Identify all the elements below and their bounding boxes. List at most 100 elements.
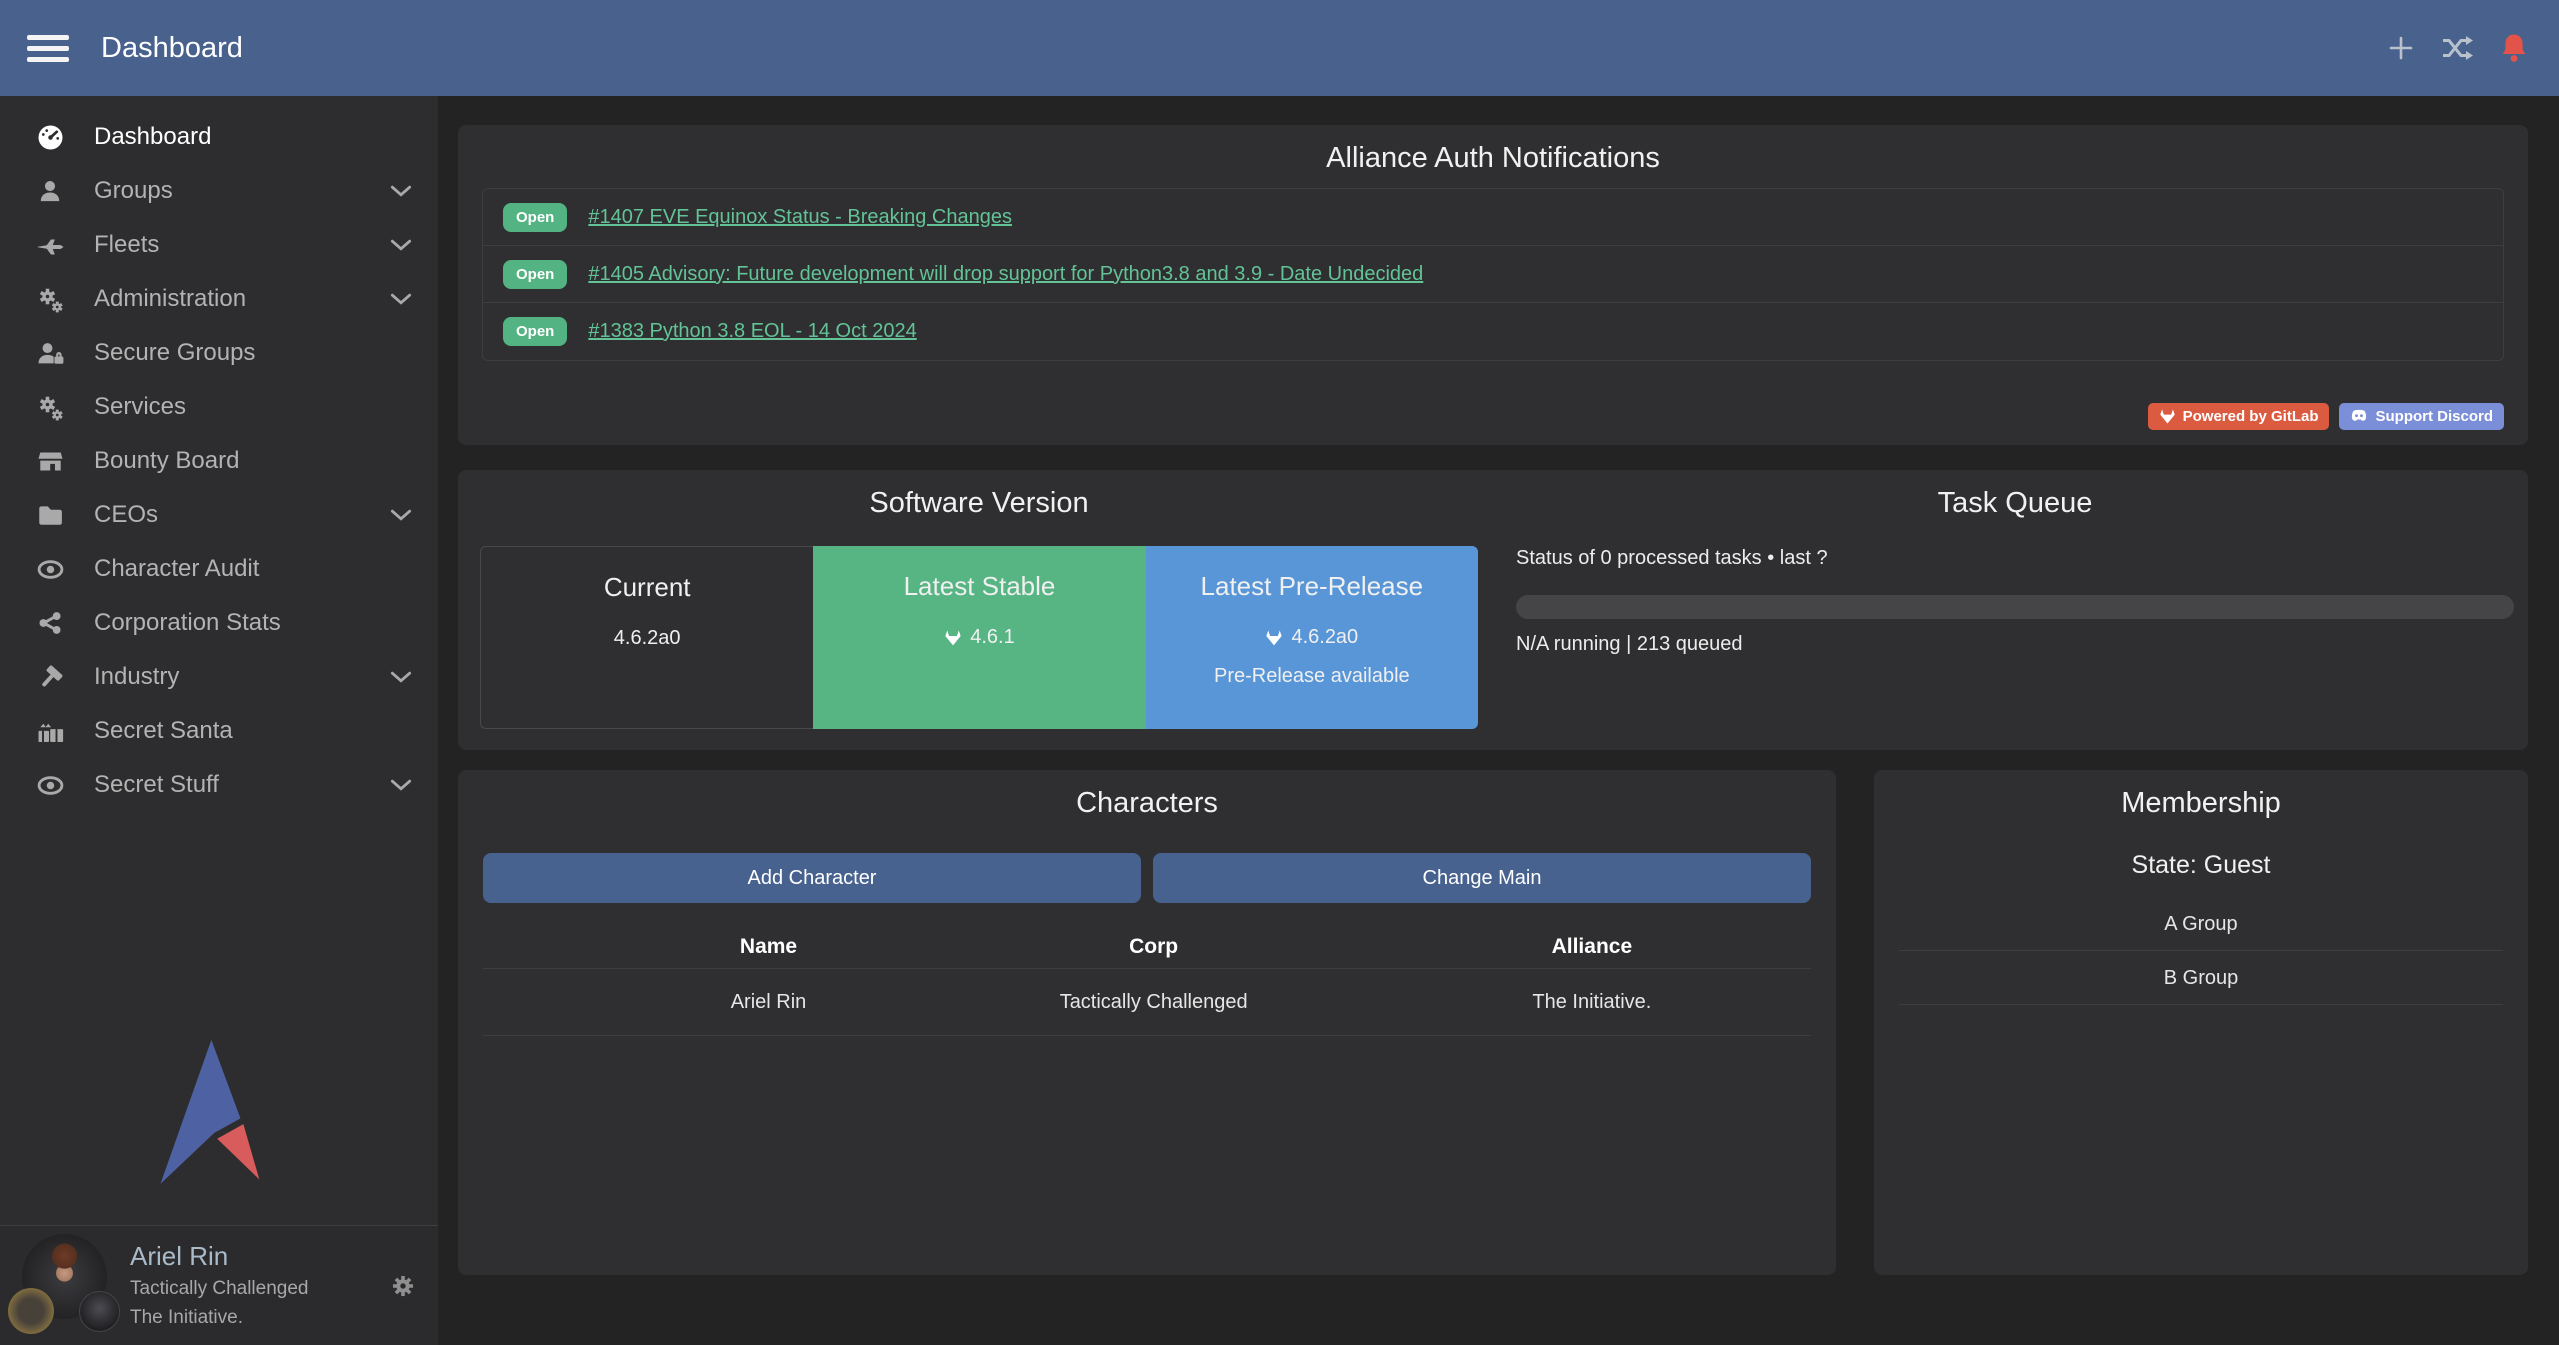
- change-main-button[interactable]: Change Main: [1153, 853, 1811, 903]
- table-row: Ariel Rin Tactically Challenged The Init…: [483, 969, 1811, 1036]
- user-alliance: The Initiative.: [130, 1303, 309, 1332]
- notifications-bell-icon[interactable]: [2499, 32, 2529, 64]
- sidebar-item-label: Secret Stuff: [94, 771, 219, 799]
- membership-panel: Membership State: Guest A Group B Group: [1874, 770, 2528, 1275]
- status-badge: Open: [503, 317, 567, 346]
- notification-link[interactable]: #1405 Advisory: Future development will …: [588, 263, 1423, 286]
- discord-icon: [2350, 409, 2368, 424]
- store-icon: [34, 448, 66, 475]
- gifts-icon: [34, 718, 66, 745]
- header-alliance: Alliance: [1373, 935, 1811, 959]
- gears-icon: [34, 394, 66, 421]
- sidebar-item-industry[interactable]: Industry: [0, 650, 438, 704]
- sidebar-item-administration[interactable]: Administration: [0, 272, 438, 326]
- version-value: 4.6.1: [970, 626, 1014, 649]
- membership-title: Membership: [1899, 770, 2503, 820]
- hammer-icon: [34, 664, 66, 691]
- sidebar-item-secure-groups[interactable]: Secure Groups: [0, 326, 438, 380]
- characters-title: Characters: [483, 770, 1811, 820]
- sidebar-item-corporation-stats[interactable]: Corporation Stats: [0, 596, 438, 650]
- gauge-icon: [34, 124, 66, 151]
- version-label: Current: [481, 572, 813, 603]
- notification-link[interactable]: #1407 EVE Equinox Status - Breaking Chan…: [588, 206, 1012, 229]
- user-lock-icon: [34, 340, 66, 367]
- cell-corp: Tactically Challenged: [935, 991, 1373, 1014]
- notifications-list: Open #1407 EVE Equinox Status - Breaking…: [482, 188, 2504, 361]
- status-panel: Software Version Current 4.6.2a0 Latest …: [458, 470, 2528, 750]
- notification-link[interactable]: #1383 Python 3.8 EOL - 14 Oct 2024: [588, 320, 916, 343]
- corp-logo: [8, 1288, 54, 1334]
- user-icon: [34, 178, 66, 204]
- app-root: Dashboard: [0, 0, 2559, 1345]
- version-value: 4.6.2a0: [1291, 626, 1358, 649]
- chevron-down-icon: [390, 509, 412, 522]
- chevron-down-icon: [390, 293, 412, 306]
- sidebar: Dashboard Groups Fleets: [0, 96, 438, 1345]
- sidebar-item-character-audit[interactable]: Character Audit: [0, 542, 438, 596]
- notification-row: Open #1405 Advisory: Future development …: [483, 246, 2503, 303]
- membership-state: State: Guest: [1899, 851, 2503, 880]
- sidebar-item-label: Services: [94, 393, 186, 421]
- sidebar-item-label: Secret Santa: [94, 717, 233, 745]
- task-queue-status: Status of 0 processed tasks • last ?: [1516, 547, 2514, 570]
- task-queue-section: Task Queue Status of 0 processed tasks •…: [1500, 470, 2528, 750]
- add-icon[interactable]: [2387, 34, 2415, 62]
- status-badge: Open: [503, 203, 567, 232]
- header-name: Name: [603, 935, 935, 959]
- gears-icon: [34, 286, 66, 313]
- page-title: Dashboard: [101, 32, 243, 65]
- user-name: Ariel Rin: [130, 1238, 309, 1274]
- user-corp: Tactically Challenged: [130, 1274, 309, 1303]
- sidebar-item-ceos[interactable]: CEOs: [0, 488, 438, 542]
- sidebar-item-label: Administration: [94, 285, 246, 313]
- chevron-down-icon: [390, 239, 412, 252]
- user-card: Ariel Rin Tactically Challenged The Init…: [0, 1225, 438, 1345]
- sidebar-item-dashboard[interactable]: Dashboard: [0, 110, 438, 164]
- sidebar-item-secret-santa[interactable]: Secret Santa: [0, 704, 438, 758]
- user-info: Ariel Rin Tactically Challenged The Init…: [130, 1238, 309, 1332]
- sidebar-item-bounty-board[interactable]: Bounty Board: [0, 434, 438, 488]
- main-content: Alliance Auth Notifications Open #1407 E…: [438, 96, 2559, 1345]
- sidebar-item-label: Character Audit: [94, 555, 259, 583]
- sidebar-item-services[interactable]: Services: [0, 380, 438, 434]
- menu-toggle-button[interactable]: [27, 31, 69, 65]
- group-item: A Group: [1899, 897, 2503, 951]
- characters-table-header: Name Corp Alliance: [483, 925, 1811, 969]
- sidebar-item-fleets[interactable]: Fleets: [0, 218, 438, 272]
- shuffle-icon[interactable]: [2441, 35, 2473, 61]
- task-queue-title: Task Queue: [1516, 470, 2514, 520]
- alliance-logo: [79, 1291, 120, 1332]
- version-box: Current 4.6.2a0 Latest Stable 4.6.1 Late…: [480, 546, 1478, 729]
- sidebar-item-label: Industry: [94, 663, 179, 691]
- characters-actions: Add Character Change Main: [483, 853, 1811, 903]
- sidebar-item-label: Bounty Board: [94, 447, 239, 475]
- sidebar-item-label: Corporation Stats: [94, 609, 281, 637]
- layout: Dashboard Groups Fleets: [0, 96, 2559, 1345]
- badge-label: Support Discord: [2375, 408, 2493, 425]
- fighter-jet-icon: [34, 232, 66, 259]
- notification-row: Open #1407 EVE Equinox Status - Breaking…: [483, 189, 2503, 246]
- prerelease-note: Pre-Release available: [1146, 665, 1478, 688]
- status-badge: Open: [503, 260, 567, 289]
- settings-gear-icon[interactable]: [390, 1273, 416, 1299]
- chevron-down-icon: [390, 671, 412, 684]
- gitlab-icon: [2159, 408, 2176, 425]
- add-character-button[interactable]: Add Character: [483, 853, 1141, 903]
- sidebar-item-groups[interactable]: Groups: [0, 164, 438, 218]
- software-version-title: Software Version: [480, 470, 1478, 520]
- sidebar-item-secret-stuff[interactable]: Secret Stuff: [0, 758, 438, 812]
- task-queue-counts: N/A running | 213 queued: [1516, 633, 2514, 656]
- badge-label: Powered by GitLab: [2183, 408, 2319, 425]
- notifications-title: Alliance Auth Notifications: [482, 125, 2504, 175]
- sidebar-menu: Dashboard Groups Fleets: [0, 96, 438, 812]
- notifications-panel: Alliance Auth Notifications Open #1407 E…: [458, 125, 2528, 445]
- version-current: Current 4.6.2a0: [480, 546, 813, 729]
- powered-by-gitlab-badge[interactable]: Powered by GitLab: [2148, 403, 2330, 430]
- top-navbar: Dashboard: [0, 0, 2559, 96]
- version-value: 4.6.2a0: [614, 627, 681, 650]
- eye-icon: [34, 772, 66, 799]
- cell-alliance: The Initiative.: [1373, 991, 1811, 1014]
- support-discord-badge[interactable]: Support Discord: [2339, 403, 2504, 430]
- folder-icon: [34, 502, 66, 529]
- group-item: B Group: [1899, 951, 2503, 1005]
